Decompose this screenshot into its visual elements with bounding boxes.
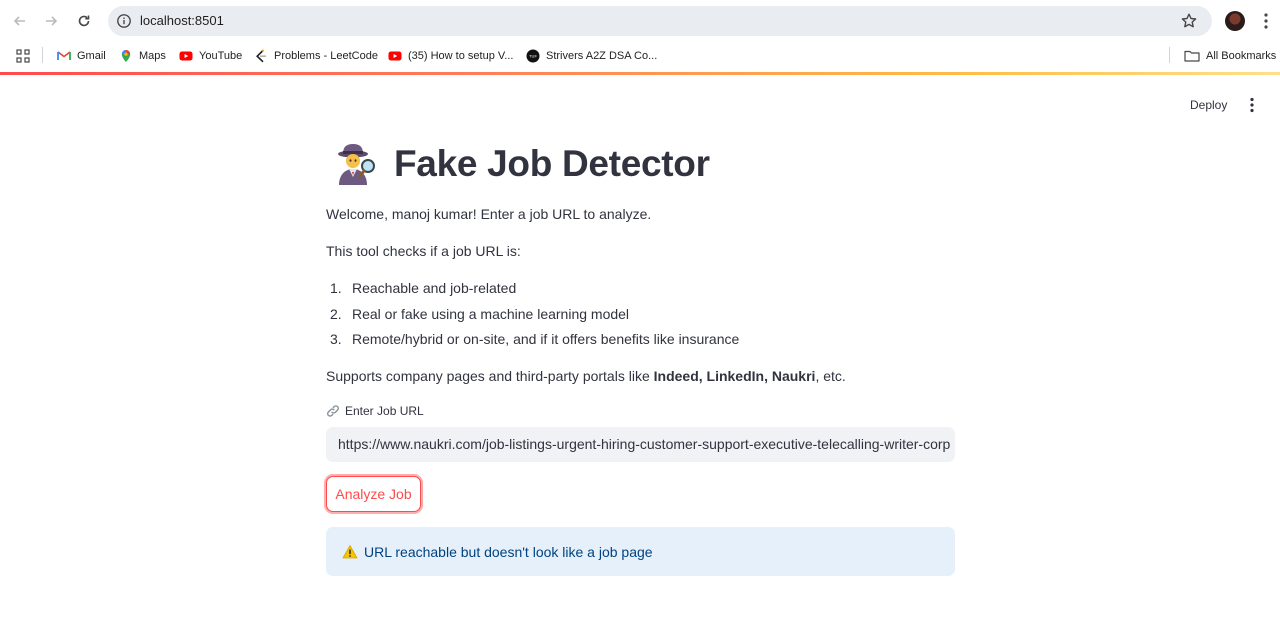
all-bookmarks-button[interactable]: All Bookmarks xyxy=(1184,47,1276,65)
intro-text: This tool checks if a job URL is: xyxy=(326,243,521,259)
detective-icon xyxy=(338,144,375,185)
bookmark-label: Gmail xyxy=(77,50,106,62)
deploy-button[interactable]: Deploy xyxy=(1184,96,1233,114)
bookmark-youtube[interactable]: YouTube xyxy=(179,47,242,65)
welcome-text: Welcome, manoj kumar! Enter a job URL to… xyxy=(326,206,652,222)
feature-list: 1. Reachable and job-related 2. Real or … xyxy=(326,279,739,356)
browser-toolbar: localhost:8501 xyxy=(0,0,1280,42)
forward-arrow-icon xyxy=(46,16,58,26)
bookmark-star-icon[interactable] xyxy=(1180,12,1198,30)
bookmark-gmail[interactable]: Gmail xyxy=(57,47,106,65)
svg-text:TUF: TUF xyxy=(529,54,537,59)
browser-menu-icon[interactable] xyxy=(1258,11,1274,31)
address-bar[interactable]: localhost:8501 xyxy=(108,6,1212,36)
bookmark-label: Strivers A2Z DSA Co... xyxy=(546,50,658,62)
bookmark-leetcode[interactable]: Problems - LeetCode xyxy=(254,47,378,65)
list-item: 2. Real or fake using a machine learning… xyxy=(326,305,739,331)
job-url-input[interactable]: https://www.naukri.com/job-listings-urge… xyxy=(326,427,955,462)
list-item-number: 2. xyxy=(330,305,342,322)
tuf-icon: TUF xyxy=(526,49,540,63)
bookmark-label: Maps xyxy=(139,50,166,62)
page-title: Fake Job Detector xyxy=(394,143,710,184)
bookmark-label: YouTube xyxy=(199,50,243,62)
job-url-label: Enter Job URL xyxy=(326,404,424,418)
address-url[interactable]: localhost:8501 xyxy=(140,13,224,28)
analyze-job-button[interactable]: Analyze Job xyxy=(326,476,421,512)
back-button[interactable] xyxy=(8,9,32,33)
alert-message: URL reachable but doesn't look like a jo… xyxy=(364,543,653,560)
reload-icon xyxy=(78,15,90,27)
list-item-number: 3. xyxy=(330,331,342,347)
list-item-number: 1. xyxy=(330,280,342,296)
folder-icon xyxy=(1184,50,1200,62)
bookmark-label: (35) How to setup V... xyxy=(408,50,514,62)
reload-button[interactable] xyxy=(72,9,96,33)
youtube-icon xyxy=(179,51,193,61)
bookmark-maps[interactable]: Maps xyxy=(119,47,166,65)
back-arrow-icon xyxy=(13,16,25,26)
warning-alert: URL reachable but doesn't look like a jo… xyxy=(326,527,955,576)
maps-icon xyxy=(121,50,131,62)
page-title-row: Fake Job Detector xyxy=(326,140,956,188)
site-info-icon[interactable] xyxy=(116,13,132,29)
bookmark-strivers[interactable]: TUF Strivers A2Z DSA Co... xyxy=(526,47,657,65)
link-icon xyxy=(327,405,339,417)
bookmark-youtube-video[interactable]: (35) How to setup V... xyxy=(388,47,513,65)
profile-avatar[interactable] xyxy=(1225,11,1245,31)
bookmarks-divider xyxy=(1169,47,1170,63)
all-bookmarks-label: All Bookmarks xyxy=(1206,50,1277,62)
bookmarks-divider xyxy=(42,47,43,63)
leetcode-icon xyxy=(256,49,266,63)
list-item-text: Remote/hybrid or on-site, and if it offe… xyxy=(352,331,740,347)
list-item-text: Reachable and job-related xyxy=(352,280,517,296)
gmail-icon xyxy=(57,51,71,60)
app-menu-icon[interactable] xyxy=(1244,96,1260,114)
list-item-text: Real or fake using a machine learning mo… xyxy=(352,305,630,322)
youtube-icon xyxy=(388,51,402,61)
job-url-label-text: Enter Job URL xyxy=(345,404,424,418)
bookmarks-bar: Gmail Maps YouTube Problems - LeetCode (… xyxy=(0,42,1280,70)
streamlit-top-decoration xyxy=(0,72,1280,75)
main-content: Fake Job Detector Welcome, manoj kumar! … xyxy=(326,140,956,576)
list-item: 3. Remote/hybrid or on-site, and if it o… xyxy=(326,330,739,356)
apps-button[interactable] xyxy=(16,47,36,65)
bookmark-label: Problems - LeetCode xyxy=(274,50,378,62)
list-item: 1. Reachable and job-related xyxy=(326,279,739,305)
apps-grid-icon xyxy=(16,49,30,63)
supports-portals: Indeed, LinkedIn, Naukri xyxy=(653,368,816,384)
supports-prefix: Supports company pages and third-party p… xyxy=(326,368,654,384)
warning-icon xyxy=(342,544,358,558)
supports-text: Supports company pages and third-party p… xyxy=(326,367,846,385)
forward-button[interactable] xyxy=(39,9,63,33)
supports-suffix: , etc. xyxy=(815,368,846,384)
